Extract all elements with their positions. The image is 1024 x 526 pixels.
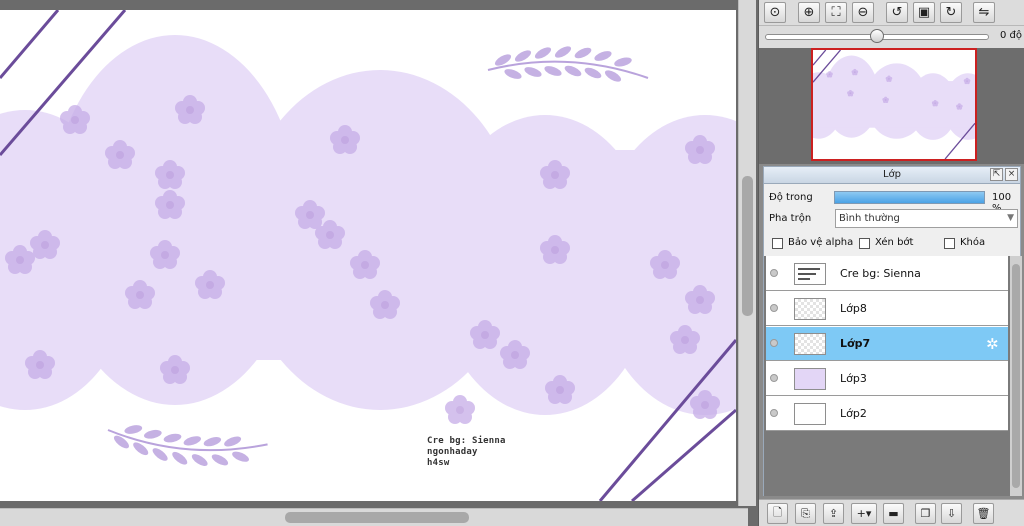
visibility-eye-icon[interactable] (770, 374, 778, 382)
layer-list-scrollbar[interactable] (1010, 256, 1022, 496)
layer-row[interactable]: Lớp8 (766, 291, 1008, 326)
layer-toolbar: 🗋 ⎘ ⇪ +▾ ▬ ❐ ⇩ 🗑 (759, 499, 1024, 526)
right-panel: ⊙ ⊕ ⛶ ⊖ ↺ ▣ ↻ ⇋ 0 độ Lớp ⇱ × Độ trong 10… (758, 0, 1024, 526)
layer-name: Cre bg: Sienna (840, 267, 921, 280)
layer-properties: Độ trong 100 % Pha trộn Bình thường ▼ Bả… (763, 184, 1021, 256)
layer-list: Cre bg: Sienna Lớp8 Lớp7 ✲ Lớp3 Lớp2 (763, 256, 1022, 496)
chevron-down-icon: ▼ (1007, 213, 1014, 223)
layer-row-selected[interactable]: Lớp7 ✲ (766, 326, 1008, 361)
layer-thumbnail (794, 403, 826, 425)
layer-thumbnail (794, 368, 826, 390)
layer-thumbnail (794, 333, 826, 355)
float-panel-icon[interactable]: ⇱ (990, 168, 1003, 181)
fit-window-icon[interactable]: ⛶ (825, 2, 847, 23)
navigator-view[interactable] (759, 48, 1024, 164)
layer-name: Lớp2 (840, 407, 867, 420)
visibility-eye-icon[interactable] (770, 409, 778, 417)
layer-row[interactable]: Lớp2 (766, 396, 1008, 431)
fit-screen-icon[interactable]: ▣ (913, 2, 935, 23)
layer-list-scroll-thumb[interactable] (1012, 264, 1020, 488)
gear-icon[interactable]: ✲ (986, 335, 999, 353)
copy-layer-icon[interactable]: ⎘ (795, 503, 816, 524)
rotation-row (759, 26, 1024, 48)
horizontal-scroll-thumb[interactable] (285, 512, 469, 523)
merge-icon[interactable]: ⇩ (941, 503, 962, 524)
layer-thumbnail (794, 298, 826, 320)
zoom-actual-icon[interactable]: ⊙ (764, 2, 786, 23)
blend-mode-select[interactable]: Bình thường ▼ (835, 209, 1018, 228)
layer-panel-header: Lớp ⇱ × (763, 166, 1021, 184)
add-menu-icon[interactable]: +▾ (851, 503, 877, 524)
navigator-toolbar: ⊙ ⊕ ⛶ ⊖ ↺ ▣ ↻ ⇋ (759, 0, 1024, 26)
visibility-eye-icon[interactable] (770, 339, 778, 347)
canvas-horizontal-scrollbar[interactable] (0, 508, 748, 526)
opacity-slider[interactable] (834, 191, 985, 204)
layer-panel-title: Lớp (882, 169, 902, 180)
lock-label: Khóa (960, 237, 986, 248)
navigator-preview (813, 50, 975, 159)
vertical-scroll-thumb[interactable] (742, 176, 753, 316)
canvas-area[interactable]: Cre bg: Sienna ngonhaday h4sw (0, 0, 758, 526)
new-layer-icon[interactable]: 🗋 (767, 503, 788, 524)
watermark-line-1: Cre bg: Sienna (427, 436, 506, 446)
drawing-canvas[interactable]: Cre bg: Sienna ngonhaday h4sw (0, 10, 736, 501)
close-panel-icon[interactable]: × (1005, 168, 1018, 181)
rotate-left-icon[interactable]: ↺ (886, 2, 908, 23)
rotation-slider-knob[interactable] (870, 29, 884, 43)
canvas-artwork (0, 10, 736, 501)
delete-icon[interactable]: 🗑 (973, 503, 994, 524)
visibility-eye-icon[interactable] (770, 304, 778, 312)
canvas-vertical-scrollbar[interactable] (738, 0, 756, 506)
layer-name: Lớp3 (840, 372, 867, 385)
protect-alpha-label: Bảo vệ alpha (788, 237, 854, 248)
opacity-label: Độ trong (769, 192, 813, 203)
navigator-thumbnail[interactable] (811, 48, 977, 161)
rotate-right-icon[interactable]: ↻ (940, 2, 962, 23)
lock-checkbox[interactable] (944, 238, 955, 249)
layer-row[interactable]: Cre bg: Sienna (766, 256, 1008, 291)
watermark-line-3: h4sw (427, 458, 450, 468)
visibility-eye-icon[interactable] (770, 269, 778, 277)
text-layer-preview-icon (798, 268, 820, 280)
flip-icon[interactable]: ⇋ (973, 2, 995, 23)
layer-name: Lớp7 (840, 337, 871, 350)
zoom-in-icon[interactable]: ⊕ (798, 2, 820, 23)
duplicate-icon[interactable]: ❐ (915, 503, 936, 524)
clipping-checkbox[interactable] (859, 238, 870, 249)
layer-name: Lớp8 (840, 302, 867, 315)
watermark-line-2: ngonhaday (427, 447, 478, 457)
app-window: Cre bg: Sienna ngonhaday h4sw ⊙ ⊕ ⛶ ⊖ ↺ … (0, 0, 1024, 526)
clipping-label: Xén bớt (875, 237, 914, 248)
layer-thumbnail (794, 263, 826, 285)
blend-label: Pha trộn (769, 213, 812, 224)
zoom-out-icon[interactable]: ⊖ (852, 2, 874, 23)
folder-icon[interactable]: ▬ (883, 503, 904, 524)
rotation-value: 0 độ (1000, 30, 1023, 41)
import-layer-icon[interactable]: ⇪ (823, 503, 844, 524)
blend-mode-value: Bình thường (839, 213, 900, 224)
layer-row[interactable]: Lớp3 (766, 361, 1008, 396)
protect-alpha-checkbox[interactable] (772, 238, 783, 249)
